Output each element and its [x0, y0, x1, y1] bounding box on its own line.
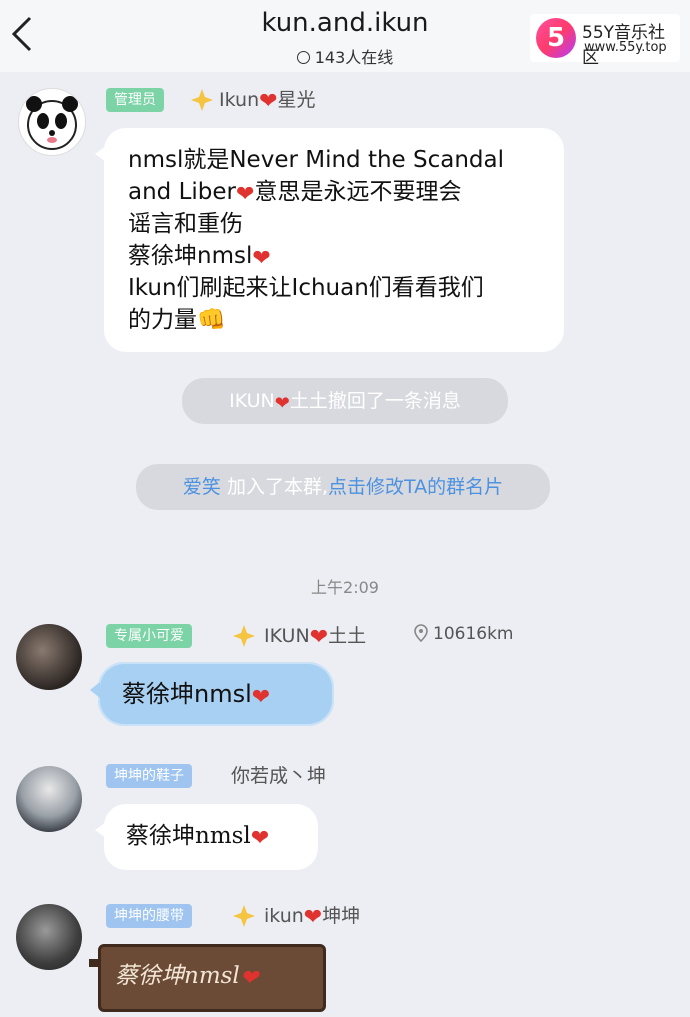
message-line-part: 的力量 — [128, 307, 197, 333]
sender-name-prefix: Ikun — [219, 89, 260, 111]
message-bubble[interactable]: 蔡徐坤nmsl❤ — [89, 944, 326, 1012]
chat-header: kun.and.ikun 143人在线 5 55Y音乐社区 www.55y.to… — [0, 0, 690, 72]
message-text-content: 蔡徐坤nmsl — [122, 680, 252, 708]
message-line: nmsl就是Never Mind the Scandal — [128, 147, 505, 173]
message-text-content: 蔡徐坤nmsl — [115, 963, 240, 989]
heart-icon: ❤ — [274, 393, 290, 414]
watermark: 5 55Y音乐社区 www.55y.top — [530, 14, 680, 68]
message-bubble[interactable]: 蔡徐坤nmsl❤ — [95, 804, 318, 870]
location-pin-icon — [414, 624, 428, 643]
sender-name-prefix: IKUN — [264, 625, 310, 647]
heart-icon: ❤ — [239, 966, 259, 991]
timestamp: 上午2:09 — [311, 578, 379, 597]
message-line: and Liber❤意思是永远不要理会 — [128, 176, 558, 208]
clock-icon — [296, 51, 310, 64]
heart-icon: ❤ — [236, 182, 255, 207]
sender-name[interactable]: 你若成丶坤 — [231, 763, 326, 789]
online-count-text: 143人在线 — [314, 48, 394, 67]
message-line: Ikun们刷起来让Ichuan们看看我们 — [128, 275, 484, 301]
message-line: 谣言和重伤 — [128, 211, 243, 237]
heart-icon: ❤ — [259, 89, 278, 114]
message-line-part: 蔡徐坤nmsl — [128, 243, 253, 269]
sender-name[interactable]: Ikun❤星光 — [219, 87, 316, 113]
recall-notice: IKUN❤土土撤回了一条消息 — [182, 378, 508, 424]
message-line: 的力量👊 — [128, 304, 558, 336]
fist-emoji-icon: 👊 — [197, 307, 226, 333]
bubble-tail — [90, 682, 100, 698]
recall-name: IKUN — [229, 390, 275, 412]
avatar-user-3[interactable] — [16, 766, 82, 832]
watermark-url: www.55y.top — [584, 40, 667, 55]
tag-shoes: 坤坤的鞋子 — [106, 764, 192, 788]
heart-icon: ❤ — [251, 685, 271, 710]
tag-exclusive: 专属小可爱 — [106, 624, 192, 648]
avatar-user-2[interactable] — [16, 624, 82, 690]
join-notice: 爱笑 加入了本群,点击修改TA的群名片 — [136, 464, 550, 510]
edit-card-link[interactable]: 点击修改TA的群名片 — [328, 476, 503, 498]
message-bubble[interactable]: 蔡徐坤nmsl❤ — [90, 662, 334, 726]
sender-name[interactable]: ikun❤坤坤 — [264, 903, 360, 929]
star-badge-icon — [233, 625, 255, 647]
message-text: 蔡徐坤nmsl❤ — [115, 960, 258, 992]
message-text-content: 蔡徐坤nmsl — [126, 823, 251, 849]
tag-belt: 坤坤的腰带 — [106, 904, 192, 928]
heart-icon: ❤ — [252, 246, 271, 271]
sender-name-suffix: 星光 — [277, 89, 316, 111]
sender-name-suffix: 坤坤 — [322, 905, 361, 927]
sender-name-prefix: ikun — [264, 905, 304, 927]
message-text: 蔡徐坤nmsl❤ — [126, 820, 269, 852]
recall-text: 土土撤回了一条消息 — [289, 390, 461, 412]
heart-icon: ❤ — [250, 826, 270, 851]
bubble-decoration — [89, 959, 99, 967]
message-text: 蔡徐坤nmsl❤ — [122, 678, 270, 710]
message-line-part: 意思是永远不要理会 — [254, 179, 462, 205]
watermark-logo: 5 — [536, 18, 576, 58]
message-bubble[interactable]: nmsl就是Never Mind the Scandal and Liber❤意… — [95, 128, 564, 352]
message-line: 蔡徐坤nmsl❤ — [128, 240, 558, 272]
tag-admin: 管理员 — [106, 88, 164, 112]
message-line-part: and Liber — [128, 179, 236, 205]
avatar-user-4[interactable] — [16, 904, 82, 970]
sender-name-suffix: 土土 — [328, 625, 367, 647]
join-text: 加入了本群, — [226, 476, 328, 498]
heart-icon: ❤ — [303, 905, 323, 930]
star-badge-icon — [191, 89, 213, 111]
sender-name[interactable]: IKUN❤土土 — [264, 623, 366, 649]
heart-icon: ❤ — [309, 625, 329, 650]
avatar-panda[interactable] — [18, 88, 86, 156]
distance-text: 10616km — [433, 624, 514, 644]
location: 10616km — [414, 624, 513, 644]
star-badge-icon — [233, 905, 255, 927]
join-member-name[interactable]: 爱笑 — [183, 476, 221, 498]
